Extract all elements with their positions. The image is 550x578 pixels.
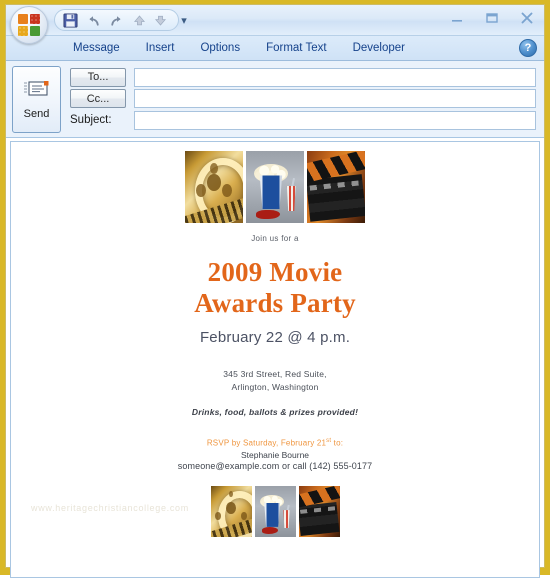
send-button[interactable]: Send: [12, 66, 61, 133]
to-input[interactable]: [134, 67, 536, 87]
office-orb-button[interactable]: [10, 6, 48, 44]
rsvp-suffix: to:: [331, 438, 344, 448]
invitation-amenities: Drinks, food, ballots & prizes provided!: [191, 406, 359, 417]
tab-format-text[interactable]: Format Text: [253, 39, 340, 58]
tab-options[interactable]: Options: [187, 39, 253, 58]
send-envelope-icon: [23, 79, 51, 104]
to-row: To...: [70, 67, 536, 87]
window-inner: ▾ Message Insert Options Format Text Dev…: [5, 4, 545, 578]
invitation-title-line1: 2009 Movie: [207, 257, 343, 287]
invitation-date-time: February 22 @ 4 p.m.: [199, 328, 351, 346]
popcorn-drink-image: [246, 151, 304, 223]
film-reel-image: [185, 151, 243, 223]
rsvp-prefix: RSVP by Saturday, February 21: [206, 438, 327, 448]
popcorn-drink-image-bottom: [254, 485, 296, 537]
invitation-content: Join us for a 2009 Movie Awards Party Fe…: [11, 142, 539, 577]
redo-icon[interactable]: [105, 11, 126, 30]
title-bar: ▾: [6, 5, 544, 44]
window-controls: [446, 8, 538, 28]
save-icon[interactable]: [60, 11, 81, 30]
invitation-contact-name: Stephanie Bourne: [240, 449, 310, 460]
to-button[interactable]: To...: [70, 67, 126, 87]
recipient-fields: To... Cc... Subject:: [70, 66, 536, 132]
undo-icon[interactable]: [84, 11, 105, 30]
next-item-icon[interactable]: [150, 11, 171, 30]
message-body-pane[interactable]: Join us for a 2009 Movie Awards Party Fe…: [10, 141, 540, 578]
subject-label: Subject:: [70, 114, 112, 126]
chevron-down-icon: ▾: [181, 14, 187, 27]
close-button[interactable]: [516, 8, 538, 28]
maximize-button[interactable]: [481, 8, 503, 28]
address-line-2: Arlington, Washington: [231, 381, 319, 392]
message-header-pane: Send To... Cc... Subject:: [6, 61, 544, 138]
previous-item-icon[interactable]: [129, 11, 150, 30]
ribbon-tab-strip: Message Insert Options Format Text Devel…: [6, 36, 544, 61]
minimize-button[interactable]: [446, 8, 468, 28]
tab-developer[interactable]: Developer: [340, 39, 418, 58]
invitation-intro-text: Join us for a: [251, 234, 299, 243]
tab-insert[interactable]: Insert: [133, 39, 188, 58]
film-reel-image-bottom: [210, 485, 252, 537]
cc-input[interactable]: [134, 89, 536, 108]
outlook-message-window: ▾ Message Insert Options Format Text Dev…: [0, 0, 550, 578]
watermark-text: www.heritagechristiancollege.com: [31, 503, 189, 513]
customize-quick-access-toolbar-button[interactable]: ▾: [176, 10, 192, 30]
subject-input[interactable]: [134, 110, 536, 130]
subject-row: Subject:: [70, 110, 536, 130]
cc-row: Cc...: [70, 89, 536, 109]
invitation-rsvp-line: RSVP by Saturday, February 21st to:: [11, 438, 539, 448]
invitation-address: 345 3rd Street, Red Suite, Arlington, Wa…: [11, 368, 539, 394]
address-line-1: 345 3rd Street, Red Suite,: [223, 368, 327, 379]
cc-button[interactable]: Cc...: [70, 89, 126, 108]
send-label: Send: [23, 108, 50, 120]
invitation-title-line2: Awards Party: [194, 288, 356, 319]
quick-access-toolbar: [54, 9, 179, 31]
invitation-title: 2009 Movie Awards Party: [11, 257, 539, 320]
help-icon[interactable]: ?: [519, 39, 537, 57]
office-logo-icon: [18, 14, 40, 36]
clapperboard-image-bottom: [298, 485, 340, 537]
invitation-image-row-top: [11, 151, 539, 223]
tab-message[interactable]: Message: [60, 39, 133, 58]
invitation-contact-details: someone@example.com or call (142) 555-01…: [177, 460, 373, 471]
clapperboard-image: [307, 151, 365, 223]
